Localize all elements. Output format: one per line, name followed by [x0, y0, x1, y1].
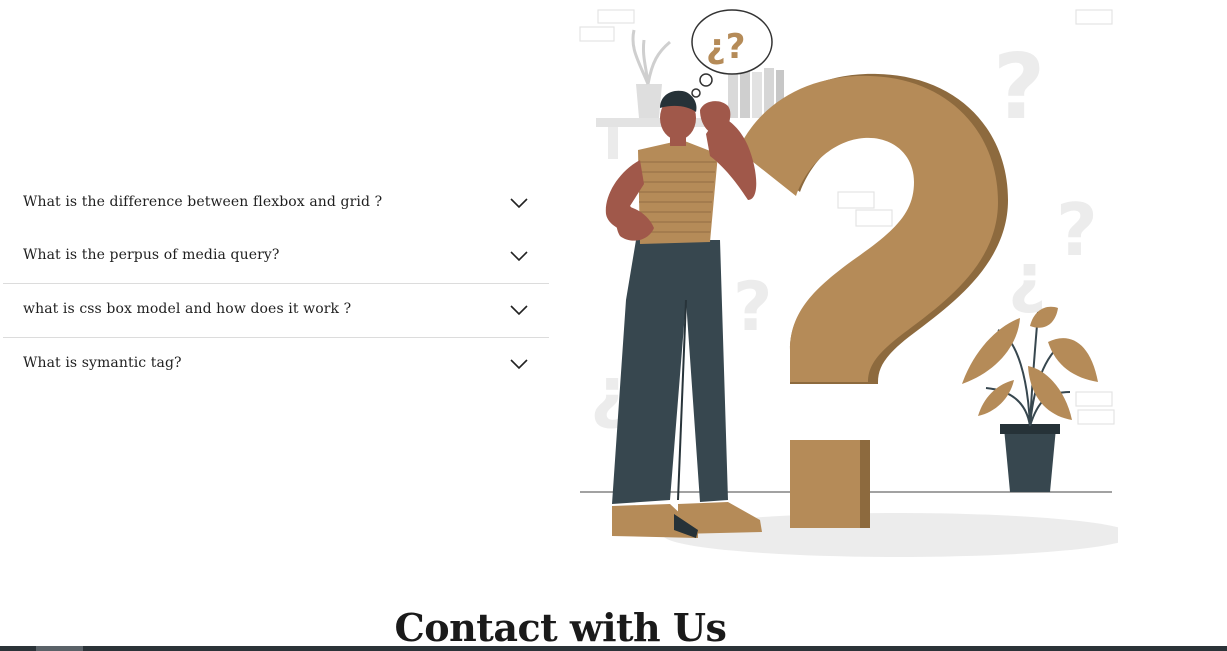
big-question-mark	[738, 73, 1008, 528]
question-illustration: ? ? ? ¿ ¿ ¿?	[579, 9, 1118, 557]
svg-text:?: ?	[1056, 188, 1098, 272]
svg-text:¿: ¿	[1008, 239, 1046, 316]
faq-item-box-model[interactable]: what is css box model and how does it wo…	[3, 283, 549, 337]
horizontal-scrollbar[interactable]	[0, 646, 1227, 651]
faq-question: What is the difference between flexbox a…	[23, 194, 383, 210]
faq-question: What is the perpus of media query?	[23, 247, 280, 263]
chevron-down-icon[interactable]	[510, 250, 528, 262]
faq-question: What is symantic tag?	[23, 355, 182, 371]
contact-section-title: Contact with Us	[394, 605, 727, 650]
svg-text:?: ?	[993, 35, 1045, 140]
faq-accordion: What is the difference between flexbox a…	[3, 177, 549, 391]
potted-plant	[962, 306, 1098, 492]
faq-item-media-query[interactable]: What is the perpus of media query?	[3, 230, 549, 283]
bubble-text: ¿?	[706, 27, 745, 67]
svg-text:?: ?	[733, 268, 772, 347]
chevron-down-icon[interactable]	[510, 304, 528, 316]
faq-question: what is css box model and how does it wo…	[23, 301, 352, 317]
chevron-down-icon[interactable]	[510, 358, 528, 370]
faq-item-flexbox-grid[interactable]: What is the difference between flexbox a…	[3, 177, 549, 230]
chevron-down-icon[interactable]	[510, 197, 528, 209]
faq-item-semantic-tag[interactable]: What is symantic tag?	[3, 337, 549, 391]
scrollbar-thumb[interactable]	[36, 646, 83, 651]
